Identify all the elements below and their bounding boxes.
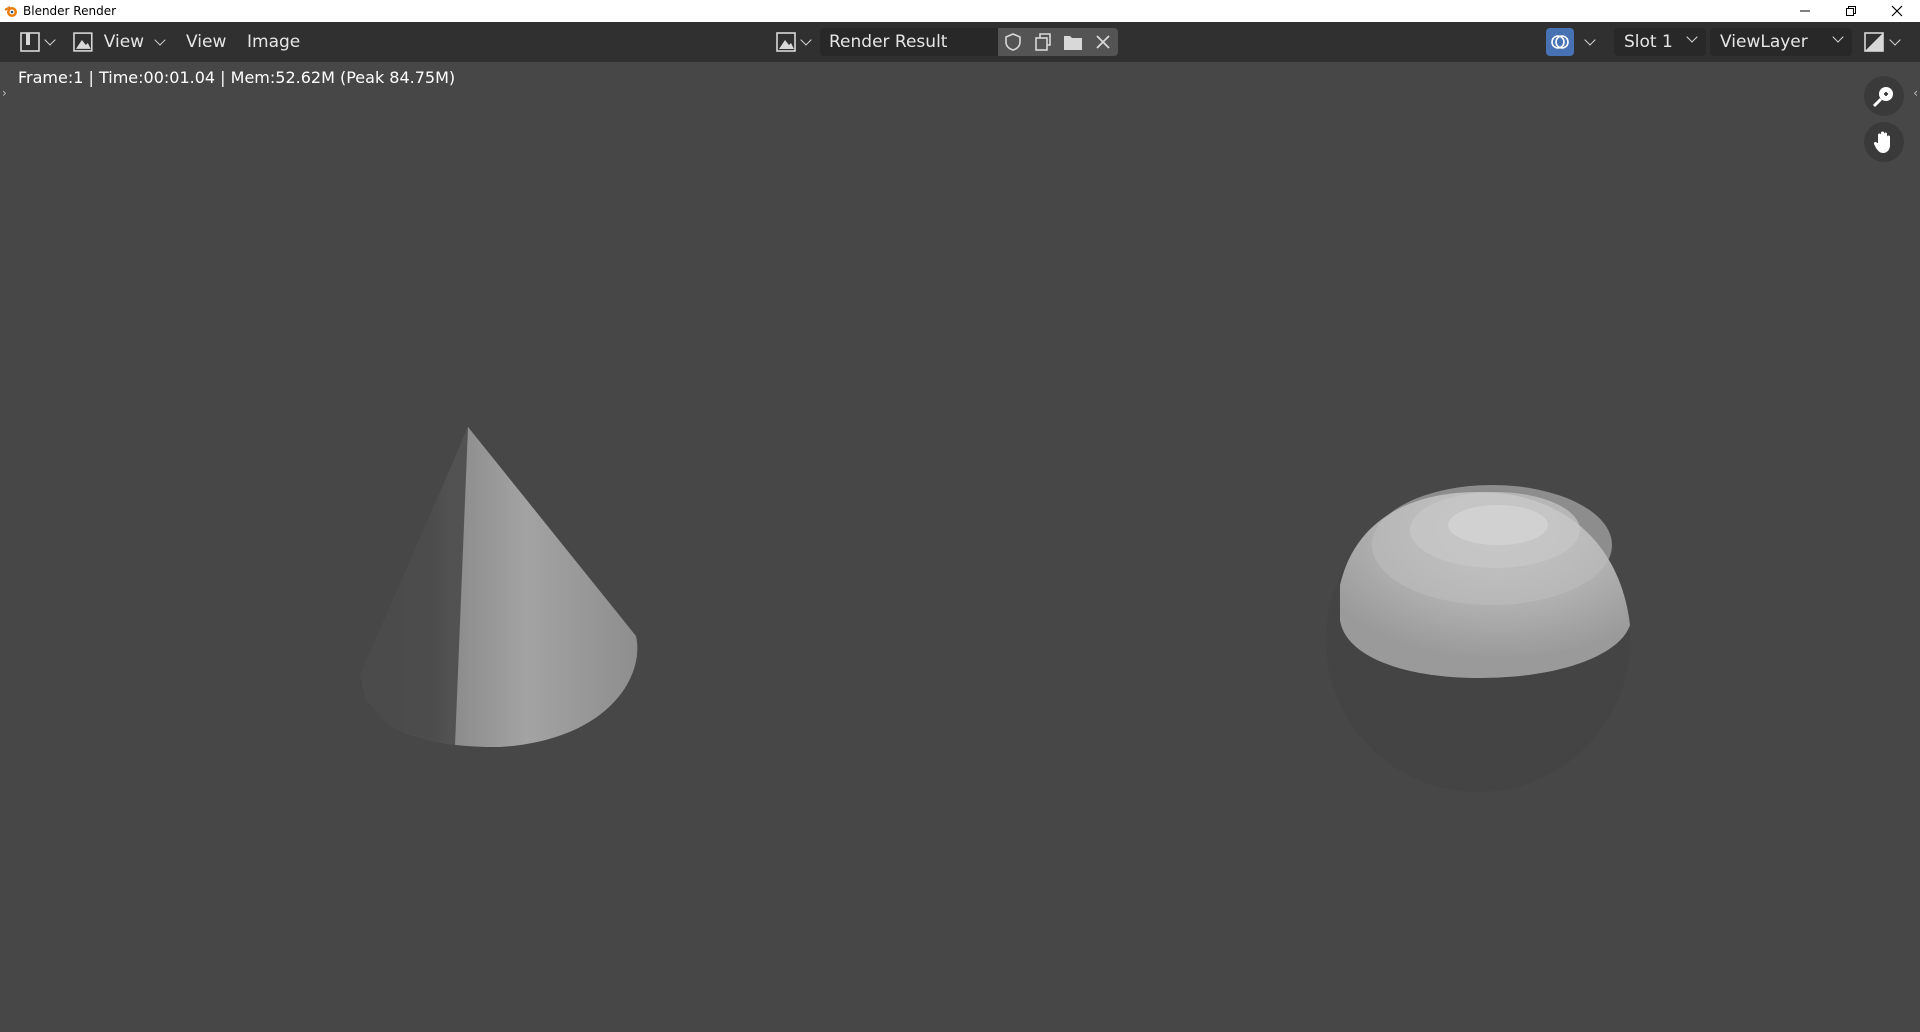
slot-label: Slot 1 (1624, 32, 1673, 52)
image-editor-header: View View Image Render Result Slot 1 Vie… (0, 22, 1920, 62)
window-title: Blender Render (23, 4, 117, 18)
image-name-field[interactable]: Render Result (820, 28, 998, 56)
image-browse-icon (776, 32, 796, 52)
overlays-icon (1551, 35, 1569, 49)
fake-user-button[interactable] (998, 28, 1028, 56)
toolbar-expand-icon[interactable]: › (2, 86, 7, 100)
overlays-toggle[interactable] (1546, 28, 1604, 56)
duplicate-icon (1035, 33, 1051, 51)
menu-image[interactable]: Image (247, 28, 300, 56)
sidebar-expand-icon[interactable]: ‹ (1913, 86, 1918, 100)
sphere-object (1326, 485, 1630, 792)
minimize-icon (1800, 10, 1810, 12)
editor-type-button[interactable] (14, 28, 58, 56)
view-layer-select[interactable]: ViewLayer (1710, 28, 1852, 56)
zoom-icon (1872, 87, 1893, 108)
display-channels-button[interactable] (1862, 28, 1910, 56)
cone-object (360, 427, 638, 748)
render-info-text: Frame:1 | Time:00:01.04 | Mem:52.62M (Pe… (18, 68, 456, 87)
view-mode-label: View (103, 32, 145, 52)
menu-view[interactable]: View (186, 28, 226, 56)
hand-icon (1873, 131, 1890, 153)
open-image-button[interactable] (1058, 28, 1088, 56)
minimize-button[interactable] (1782, 0, 1828, 22)
close-icon (1096, 35, 1110, 49)
slot-select[interactable]: Slot 1 (1614, 28, 1706, 56)
zoom-button[interactable] (1864, 76, 1904, 116)
new-image-button[interactable] (1028, 28, 1058, 56)
render-image (360, 427, 1630, 792)
blender-logo-icon (4, 6, 17, 17)
overlay-icon-bg (1546, 28, 1574, 56)
unlink-image-button[interactable] (1088, 28, 1118, 56)
restore-icon (1846, 6, 1856, 16)
image-editor-icon (20, 32, 40, 52)
close-icon (1891, 5, 1903, 17)
render-viewport[interactable] (0, 62, 1920, 1032)
view-mode-dropdown[interactable]: View (72, 28, 166, 56)
image-actions (998, 28, 1118, 56)
folder-icon (1064, 36, 1082, 50)
restore-button[interactable] (1828, 0, 1874, 22)
image-icon (73, 32, 93, 52)
window-titlebar: Blender Render (0, 0, 1920, 22)
shield-icon (1005, 33, 1021, 51)
close-window-button[interactable] (1874, 0, 1920, 22)
display-channels-icon (1864, 32, 1884, 52)
pan-button[interactable] (1864, 122, 1904, 162)
view-layer-label: ViewLayer (1720, 32, 1808, 52)
browse-image-button[interactable] (774, 28, 816, 56)
